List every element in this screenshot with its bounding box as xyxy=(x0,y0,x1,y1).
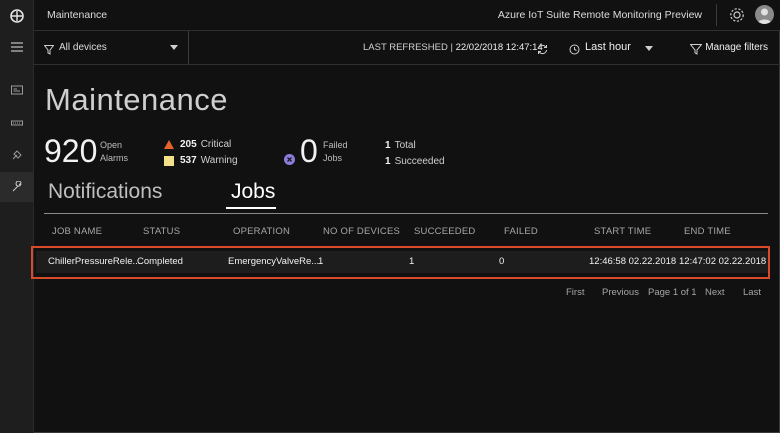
warning-alarms: 537 Warning xyxy=(164,155,238,166)
warning-label: Warning xyxy=(200,155,238,166)
column-header-operation[interactable]: OPERATION xyxy=(233,226,290,237)
pager-next[interactable]: Next xyxy=(705,287,725,298)
tabs-divider xyxy=(44,213,768,214)
topbar-divider xyxy=(716,4,717,26)
row-highlight-box xyxy=(31,246,770,279)
tab-notifications[interactable]: Notifications xyxy=(48,180,162,204)
triangle-critical-icon xyxy=(164,140,174,149)
failed-jobs-label-line2: Jobs xyxy=(323,153,343,163)
page-title: Maintenance xyxy=(45,82,229,117)
chevron-down-icon xyxy=(170,45,178,50)
active-tab-underline xyxy=(226,207,276,209)
critical-count: 205 xyxy=(180,139,197,150)
column-header-start-time[interactable]: START TIME xyxy=(594,226,651,237)
column-header-end-time[interactable]: END TIME xyxy=(684,226,731,237)
total-count: 1 xyxy=(385,140,391,151)
pager-previous[interactable]: Previous xyxy=(602,287,639,298)
app-logo-icon[interactable] xyxy=(0,0,34,32)
chevron-down-icon xyxy=(645,46,653,51)
critical-alarms: 205 Critical xyxy=(164,139,231,150)
succeeded-label: Succeeded xyxy=(394,156,445,167)
pager-first[interactable]: First xyxy=(566,287,584,298)
settings-gear-icon[interactable] xyxy=(728,6,746,24)
product-name: Azure IoT Suite Remote Monitoring Previe… xyxy=(497,9,702,21)
nav-dashboard-icon[interactable] xyxy=(0,75,34,105)
failed-jobs-label-line1: Failed xyxy=(323,140,348,150)
failed-jobs-label: Failed Jobs xyxy=(323,139,348,165)
open-alarms-count: 920 xyxy=(44,133,98,169)
nav-devices-icon[interactable] xyxy=(0,108,34,138)
clock-icon xyxy=(569,42,580,60)
column-header-succeeded[interactable]: SUCCEEDED xyxy=(414,226,475,237)
hamburger-menu-icon[interactable] xyxy=(0,32,34,62)
refresh-icon[interactable] xyxy=(537,42,548,60)
breadcrumb-page-name: Maintenance xyxy=(47,9,108,21)
pager-page-indicator: Page 1 of 1 xyxy=(648,287,697,298)
open-alarms-label: Open Alarms xyxy=(100,139,128,165)
nav-maintenance-icon[interactable] xyxy=(0,172,34,202)
manage-filters-icon[interactable] xyxy=(689,42,703,60)
device-group-label: All devices xyxy=(59,42,107,53)
tab-jobs[interactable]: Jobs xyxy=(231,180,275,204)
user-avatar[interactable] xyxy=(755,5,774,24)
left-nav-rail xyxy=(0,0,34,433)
x-circle-icon xyxy=(284,152,295,170)
top-bar: Maintenance Azure IoT Suite Remote Monit… xyxy=(34,0,780,31)
time-range-label: Last hour xyxy=(585,41,631,53)
time-range-dropdown[interactable]: Last hour xyxy=(585,41,653,53)
last-refreshed: LAST REFRESHED | 22/02/2018 12:47:14 xyxy=(363,42,543,53)
device-group-dropdown[interactable]: All devices xyxy=(34,31,189,64)
filter-funnel-icon xyxy=(43,42,55,60)
manage-filters-button[interactable]: Manage filters xyxy=(705,42,768,53)
column-header-failed[interactable]: FAILED xyxy=(504,226,538,237)
open-alarms-label-line2: Alarms xyxy=(100,153,129,163)
column-header-status[interactable]: STATUS xyxy=(143,226,180,237)
open-alarms-label-line1: Open xyxy=(100,140,123,150)
failed-jobs-count: 0 xyxy=(300,133,318,169)
total-label: Total xyxy=(394,140,416,151)
critical-label: Critical xyxy=(200,139,232,150)
pager-last[interactable]: Last xyxy=(743,287,761,298)
nav-rules-icon[interactable] xyxy=(0,140,34,170)
last-refreshed-value: 22/02/2018 12:47:14 xyxy=(455,42,543,53)
warning-count: 537 xyxy=(180,155,197,166)
filter-bar: All devices LAST REFRESHED | 22/02/2018 … xyxy=(34,31,780,65)
last-refreshed-label: LAST REFRESHED | xyxy=(363,42,453,53)
total-jobs: 1 Total xyxy=(385,140,416,151)
succeeded-jobs: 1 Succeeded xyxy=(385,156,445,167)
succeeded-count: 1 xyxy=(385,156,391,167)
column-header-devices[interactable]: NO OF DEVICES xyxy=(323,226,400,237)
square-warning-icon xyxy=(164,155,174,166)
column-header-job-name[interactable]: JOB NAME xyxy=(52,226,102,237)
